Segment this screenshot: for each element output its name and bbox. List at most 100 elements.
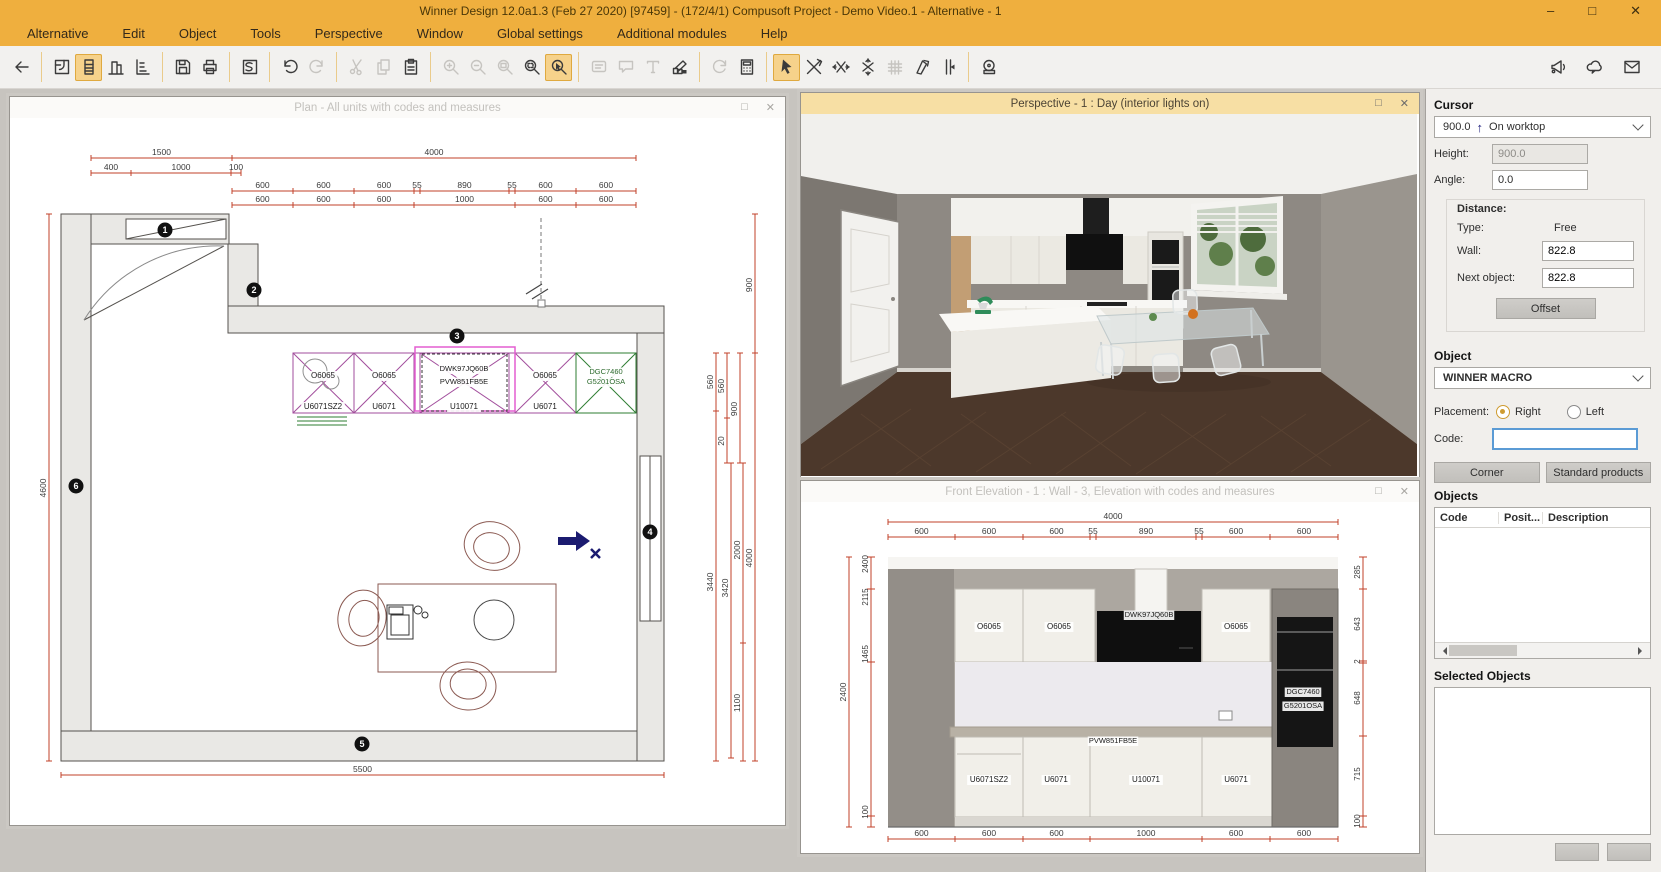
comment-icon[interactable]: [612, 54, 639, 81]
paste-icon[interactable]: [397, 54, 424, 81]
hob: [1087, 302, 1127, 306]
perspective-window[interactable]: Perspective - 1 : Day (interior lights o…: [800, 92, 1420, 478]
view-section-icon[interactable]: [102, 54, 129, 81]
objects-col-code[interactable]: Code: [1435, 512, 1499, 524]
object-type-dropdown[interactable]: WINNER MACRO: [1434, 367, 1651, 389]
code-field[interactable]: [1492, 428, 1638, 450]
dimension-label: 4000: [744, 548, 754, 567]
panel-button-1[interactable]: [1555, 843, 1599, 861]
zoom-window-icon[interactable]: [518, 54, 545, 81]
dimension-label: 560: [705, 375, 715, 389]
view-wall-icon[interactable]: [129, 54, 156, 81]
rotate-3d-icon[interactable]: [908, 54, 935, 81]
refresh-icon[interactable]: [706, 54, 733, 81]
minimize-button[interactable]: –: [1547, 0, 1554, 22]
perspective-maximize-button[interactable]: □: [1375, 97, 1382, 110]
mail-icon[interactable]: [1618, 54, 1645, 81]
text-icon[interactable]: [639, 54, 666, 81]
zoom-page-icon[interactable]: [491, 54, 518, 81]
corner-button[interactable]: Corner: [1434, 462, 1540, 483]
calculator-icon[interactable]: [733, 54, 760, 81]
next-object-field[interactable]: [1542, 268, 1634, 288]
copy-icon[interactable]: [370, 54, 397, 81]
placement-right-option[interactable]: Right: [1496, 405, 1541, 419]
panel-button-2[interactable]: [1607, 843, 1651, 861]
radio-unselected-icon[interactable]: [1567, 405, 1581, 419]
megaphone-icon[interactable]: [1544, 54, 1571, 81]
wall-cabinets: [971, 236, 1066, 284]
menu-item-object[interactable]: Object: [162, 22, 234, 46]
dimension-label: 2400: [861, 555, 870, 573]
cabinet-code-label: O6065: [311, 371, 336, 380]
objects-horizontal-scrollbar[interactable]: [1435, 642, 1650, 658]
close-button[interactable]: ✕: [1630, 0, 1641, 22]
cabinet-code-label: G5201OSA: [587, 377, 625, 386]
offset-button[interactable]: Offset: [1496, 298, 1596, 319]
back-icon[interactable]: [8, 54, 35, 81]
standard-products-button[interactable]: Standard products: [1546, 462, 1652, 483]
materials-icon[interactable]: [666, 54, 693, 81]
placement-left-option[interactable]: Left: [1567, 405, 1604, 419]
menu-item-perspective[interactable]: Perspective: [298, 22, 400, 46]
elevation-window[interactable]: Front Elevation - 1 : Wall - 3, Elevatio…: [800, 480, 1420, 854]
plan-close-button[interactable]: ✕: [766, 101, 775, 114]
zoom-region-icon[interactable]: [545, 54, 572, 81]
schema-s-icon[interactable]: [236, 54, 263, 81]
cut-icon[interactable]: [343, 54, 370, 81]
pointer-icon[interactable]: [773, 54, 800, 81]
menu-item-additional-modules[interactable]: Additional modules: [600, 22, 744, 46]
measure-free-icon[interactable]: [800, 54, 827, 81]
scroll-left-icon[interactable]: [1435, 645, 1449, 656]
menu-item-tools[interactable]: Tools: [233, 22, 297, 46]
note-icon[interactable]: [585, 54, 612, 81]
print-icon[interactable]: [196, 54, 223, 81]
measure-horizontal-icon[interactable]: [827, 54, 854, 81]
height-field[interactable]: [1492, 144, 1588, 164]
plan-drawing[interactable]: O6065U6071SZ2O6065U6071DWK97JQ60BPVW851F…: [10, 118, 785, 825]
menu-item-help[interactable]: Help: [744, 22, 805, 46]
zoom-in-icon[interactable]: [437, 54, 464, 81]
code-label: Code:: [1434, 433, 1492, 445]
objects-col-position[interactable]: Posit...: [1499, 512, 1543, 524]
cabinet-code-label: U6071: [372, 402, 396, 411]
plan-window[interactable]: Plan - All units with codes and measures…: [9, 96, 786, 826]
redo-icon[interactable]: [303, 54, 330, 81]
elevation-window-titlebar[interactable]: Front Elevation - 1 : Wall - 3, Elevatio…: [801, 481, 1419, 503]
selected-objects-list[interactable]: [1434, 687, 1651, 835]
grid-icon[interactable]: [881, 54, 908, 81]
perspective-render-canvas[interactable]: [801, 114, 1417, 476]
objects-col-description[interactable]: Description: [1543, 512, 1650, 524]
perspective-window-titlebar[interactable]: Perspective - 1 : Day (interior lights o…: [801, 93, 1419, 115]
objects-table-body[interactable]: [1435, 528, 1650, 642]
plan-window-titlebar[interactable]: Plan - All units with codes and measures…: [10, 97, 785, 119]
dimension-label: 2115: [861, 588, 870, 606]
cursor-mode-dropdown[interactable]: 900.0 ↑ On worktop: [1434, 116, 1651, 138]
scrollbar-thumb[interactable]: [1449, 645, 1517, 656]
scroll-right-icon[interactable]: [1636, 645, 1650, 656]
measure-vertical-icon[interactable]: [854, 54, 881, 81]
view-plan-icon[interactable]: [48, 54, 75, 81]
dimension-label: 1000: [455, 194, 474, 204]
view-elevation-icon[interactable]: [75, 54, 102, 81]
elevation-close-button[interactable]: ✕: [1400, 485, 1409, 498]
wall-distance-field[interactable]: [1542, 241, 1634, 261]
angle-field[interactable]: [1492, 170, 1588, 190]
undo-icon[interactable]: [276, 54, 303, 81]
objects-table[interactable]: Code Posit... Description: [1434, 507, 1651, 659]
parallel-wall-icon[interactable]: [935, 54, 962, 81]
zoom-out-icon[interactable]: [464, 54, 491, 81]
cloud-chat-icon[interactable]: [1581, 54, 1608, 81]
save-icon[interactable]: [169, 54, 196, 81]
plan-maximize-button[interactable]: □: [741, 101, 748, 114]
elevation-maximize-button[interactable]: □: [1375, 485, 1382, 498]
menu-item-alternative[interactable]: Alternative: [10, 22, 105, 46]
elevation-drawing[interactable]: O6065O6065O6065DWK97JQ60BPVW851FB5EU6071…: [801, 502, 1413, 853]
radio-selected-icon[interactable]: [1496, 405, 1510, 419]
tape-measure-icon[interactable]: [975, 54, 1002, 81]
menu-item-window[interactable]: Window: [400, 22, 480, 46]
perspective-close-button[interactable]: ✕: [1400, 97, 1409, 110]
menu-item-edit[interactable]: Edit: [105, 22, 161, 46]
maximize-button[interactable]: □: [1588, 0, 1596, 22]
menu-item-global-settings[interactable]: Global settings: [480, 22, 600, 46]
wall-marker-number: 6: [73, 481, 78, 491]
